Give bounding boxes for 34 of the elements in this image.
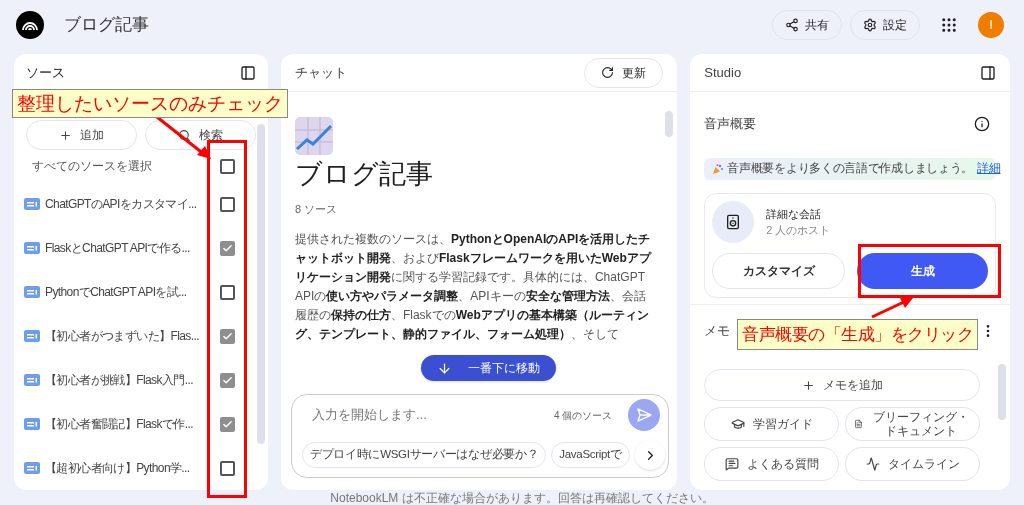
source-title: 【初心者がつまずいた】Flas... (45, 328, 199, 345)
panel-title: ソース (26, 63, 65, 82)
source-title: ChatGPTのAPIをカスタマイ... (45, 196, 197, 213)
source-item[interactable]: ChatGPTのAPIをカスタマイ... (14, 182, 268, 226)
callout-label: 整理したいソースのみチェック (12, 89, 288, 118)
source-item[interactable]: 【初心者が挑戦】Flask入門... (14, 358, 268, 402)
source-title: PythonでChatGPT APIを試... (45, 284, 187, 301)
details-link[interactable]: 詳細 (977, 160, 1001, 178)
source-title: 【初心者奮闘記】Flaskで作... (45, 416, 193, 433)
section-title: 音声概要 (704, 115, 757, 134)
source-title: FlaskとChatGPT APIで作る... (45, 240, 190, 257)
section-title: メモ (704, 322, 731, 341)
banner-text: 音声概要をより多くの言語で作成しましょう。 (727, 161, 973, 177)
panel-title: チャット (294, 63, 347, 82)
source-title: 【超初心者向け】Python学... (45, 460, 190, 477)
source-count: 8 ソース (294, 202, 339, 217)
scroll-down-button[interactable]: 一番下に移動 (420, 355, 556, 381)
source-item[interactable]: FlaskとChatGPT APIで作る... (14, 226, 268, 270)
summary-text: 提供された複数のソースは、PythonとOpenAIのAPIを活用したチャットボット開発、およびFlaskフレームワークを用いたWebアプリケーション開発に関する学習記録です。具体的には、ChatGPT APIの使い方やパラメータ調整、APIキーの安全な管理方法、会話履歴の保持の仕方、FlaskでのWebアプリの基本構築（ルーティング、テンプレート、静的ファイル、フォーム処理）、そして (294, 230, 653, 343)
source-item[interactable]: 【超初心者向け】Python学... (14, 446, 268, 490)
disclaimer-text: NotebookLM は不正確な場合があります。回答は再確認してください。 (329, 491, 715, 505)
chat-input[interactable]: 入力を開始します... (311, 405, 554, 425)
select-all-label: すべてのソースを選択 (32, 158, 152, 175)
notebook-heading: ブログ記事 (294, 158, 434, 191)
source-item[interactable]: 【初心者がつまずいた】Flas... (14, 314, 268, 358)
source-item[interactable]: 【初心者奮闘記】Flaskで作... (14, 402, 268, 446)
audio-format-title: 詳細な会話 (766, 206, 823, 222)
source-item[interactable]: PythonでChatGPT APIを試... (14, 270, 268, 314)
notebook-title: ブログ記事 (64, 14, 149, 37)
audio-format-subtitle: 2 人のホスト (766, 223, 831, 238)
selected-source-count: 4 個のソース (553, 408, 613, 423)
source-title: 【初心者が挑戦】Flask入門... (45, 372, 193, 389)
callout-label: 音声概要の「生成」をクリック (737, 319, 978, 350)
panel-title: Studio (704, 63, 742, 82)
